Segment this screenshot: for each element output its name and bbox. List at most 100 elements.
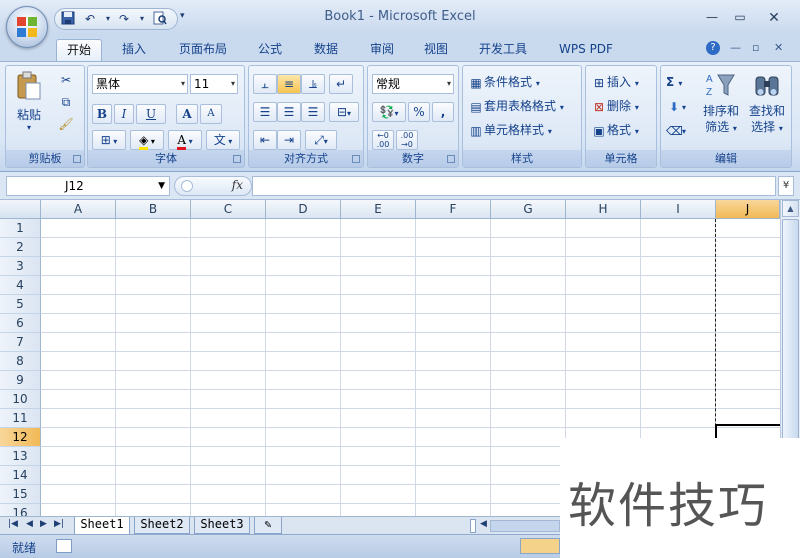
row-header-13[interactable]: 13	[0, 447, 41, 466]
tab-home[interactable]: 开始	[56, 39, 102, 62]
number-launcher-icon[interactable]	[447, 155, 455, 163]
conditional-formatting-button[interactable]: ▦ 条件格式 ▾	[467, 72, 541, 94]
accounting-format-button[interactable]: 💱▾	[372, 102, 406, 122]
format-painter-icon[interactable]: 🖌	[56, 114, 76, 134]
first-sheet-icon[interactable]: |◀	[8, 519, 18, 529]
prev-sheet-icon[interactable]: ◀	[26, 519, 33, 529]
column-header-e[interactable]: E	[341, 200, 416, 219]
copy-icon[interactable]: ⧉	[56, 92, 76, 112]
phonetic-guide-button[interactable]: 文 ▾	[206, 130, 240, 150]
tab-formulas[interactable]: 公式	[248, 39, 292, 62]
number-format-select[interactable]: 常规 ▾	[372, 74, 454, 94]
fill-button[interactable]: ⬇ ▾	[665, 96, 687, 118]
row-header-4[interactable]: 4	[0, 276, 41, 295]
decrease-indent-button[interactable]: ⇤	[253, 130, 277, 150]
bold-button[interactable]: B	[92, 104, 112, 124]
increase-decimal-button[interactable]: ←0.00	[372, 130, 394, 150]
align-right-button[interactable]: ☰	[301, 102, 325, 122]
clipboard-launcher-icon[interactable]	[73, 155, 81, 163]
column-header-c[interactable]: C	[191, 200, 266, 219]
insert-sheet-tab[interactable]: ✎	[254, 517, 282, 534]
row-header-8[interactable]: 8	[0, 352, 41, 371]
align-bottom-button[interactable]: ⫡	[301, 74, 325, 94]
row-header-16[interactable]: 16	[0, 504, 41, 516]
increase-indent-button[interactable]: ⇥	[277, 130, 301, 150]
font-launcher-icon[interactable]	[233, 155, 241, 163]
decrease-decimal-button[interactable]: .00 →0	[396, 130, 418, 150]
align-center-button[interactable]: ☰	[277, 102, 301, 122]
next-sheet-icon[interactable]: ▶	[40, 519, 47, 529]
sheet-tab-3[interactable]: Sheet3	[194, 517, 250, 534]
column-header-i[interactable]: I	[641, 200, 716, 219]
align-top-button[interactable]: ⫠	[253, 74, 277, 94]
minimize-icon[interactable]: —	[702, 10, 722, 24]
tab-view[interactable]: 视图	[414, 39, 458, 62]
row-header-7[interactable]: 7	[0, 333, 41, 352]
column-header-b[interactable]: B	[116, 200, 191, 219]
borders-button[interactable]: ⊞ ▾	[92, 130, 126, 150]
tab-page-layout[interactable]: 页面布局	[170, 39, 236, 62]
tab-developer[interactable]: 开发工具	[470, 39, 536, 62]
delete-cells-button[interactable]: ⊠ 删除 ▾	[590, 96, 640, 118]
ribbon-minimize-icon[interactable]: —	[730, 41, 741, 54]
horizontal-scrollbar[interactable]	[490, 520, 560, 532]
column-header-g[interactable]: G	[491, 200, 566, 219]
office-button[interactable]	[6, 6, 48, 48]
scroll-up-icon[interactable]: ▲	[782, 200, 799, 217]
font-color-button[interactable]: A ▾	[168, 130, 202, 150]
column-header-f[interactable]: F	[416, 200, 491, 219]
help-icon[interactable]: ?	[706, 41, 720, 55]
row-header-15[interactable]: 15	[0, 485, 41, 504]
percent-button[interactable]: %	[408, 102, 430, 122]
scroll-left-icon[interactable]: ◀	[480, 519, 487, 529]
cut-icon[interactable]: ✂	[56, 70, 76, 90]
row-header-10[interactable]: 10	[0, 390, 41, 409]
tab-insert[interactable]: 插入	[110, 39, 158, 62]
row-header-14[interactable]: 14	[0, 466, 41, 485]
column-header-j[interactable]: J	[716, 200, 780, 219]
insert-function-button[interactable]: fx	[232, 178, 243, 192]
wrap-text-button[interactable]: ↵	[329, 74, 353, 94]
scroll-thumb[interactable]	[782, 219, 799, 469]
ribbon-close-icon[interactable]: ✕	[774, 41, 783, 54]
underline-button[interactable]: U	[136, 104, 166, 124]
row-header-9[interactable]: 9	[0, 371, 41, 390]
row-header-12[interactable]: 12	[0, 428, 41, 447]
paste-dropdown-icon[interactable]: ▾	[11, 124, 47, 132]
fill-color-button[interactable]: ◈ ▾	[130, 130, 164, 150]
chevron-down-icon[interactable]: ▼	[158, 177, 165, 195]
tab-data[interactable]: 数据	[304, 39, 348, 62]
shrink-font-button[interactable]: A	[200, 104, 222, 124]
close-icon[interactable]: ✕	[764, 10, 784, 26]
column-header-a[interactable]: A	[41, 200, 116, 219]
clear-button[interactable]: ⌫▾	[665, 120, 687, 142]
formula-input[interactable]	[252, 176, 776, 196]
row-header-11[interactable]: 11	[0, 409, 41, 428]
row-header-3[interactable]: 3	[0, 257, 41, 276]
font-size-select[interactable]: 11 ▾	[190, 74, 238, 94]
sheet-tab-2[interactable]: Sheet2	[134, 517, 190, 534]
align-left-button[interactable]: ☰	[253, 102, 277, 122]
row-header-6[interactable]: 6	[0, 314, 41, 333]
name-box[interactable]: J12 ▼	[6, 176, 170, 196]
expand-formula-bar-icon[interactable]: ¥	[778, 176, 794, 196]
insert-cells-button[interactable]: ⊞ 插入 ▾	[590, 72, 640, 94]
maximize-icon[interactable]: ▭	[730, 10, 750, 24]
last-sheet-icon[interactable]: ▶|	[54, 519, 64, 529]
paste-button[interactable]: 粘贴 ▾	[10, 70, 48, 132]
macro-record-icon[interactable]	[56, 539, 72, 553]
normal-view-button[interactable]	[520, 538, 560, 554]
align-middle-button[interactable]: ≡	[277, 74, 301, 94]
row-header-5[interactable]: 5	[0, 295, 41, 314]
orientation-button[interactable]: ⤢▾	[305, 130, 337, 150]
autosum-button[interactable]: Σ ▾	[665, 72, 683, 94]
select-all-button[interactable]	[0, 200, 41, 219]
tab-review[interactable]: 审阅	[360, 39, 404, 62]
row-header-2[interactable]: 2	[0, 238, 41, 257]
format-as-table-button[interactable]: ▤ 套用表格格式 ▾	[467, 96, 565, 118]
font-name-select[interactable]: 黑体 ▾	[92, 74, 188, 94]
column-header-d[interactable]: D	[266, 200, 341, 219]
format-cells-button[interactable]: ▣ 格式 ▾	[590, 120, 640, 142]
column-header-h[interactable]: H	[566, 200, 641, 219]
italic-button[interactable]: I	[114, 104, 134, 124]
